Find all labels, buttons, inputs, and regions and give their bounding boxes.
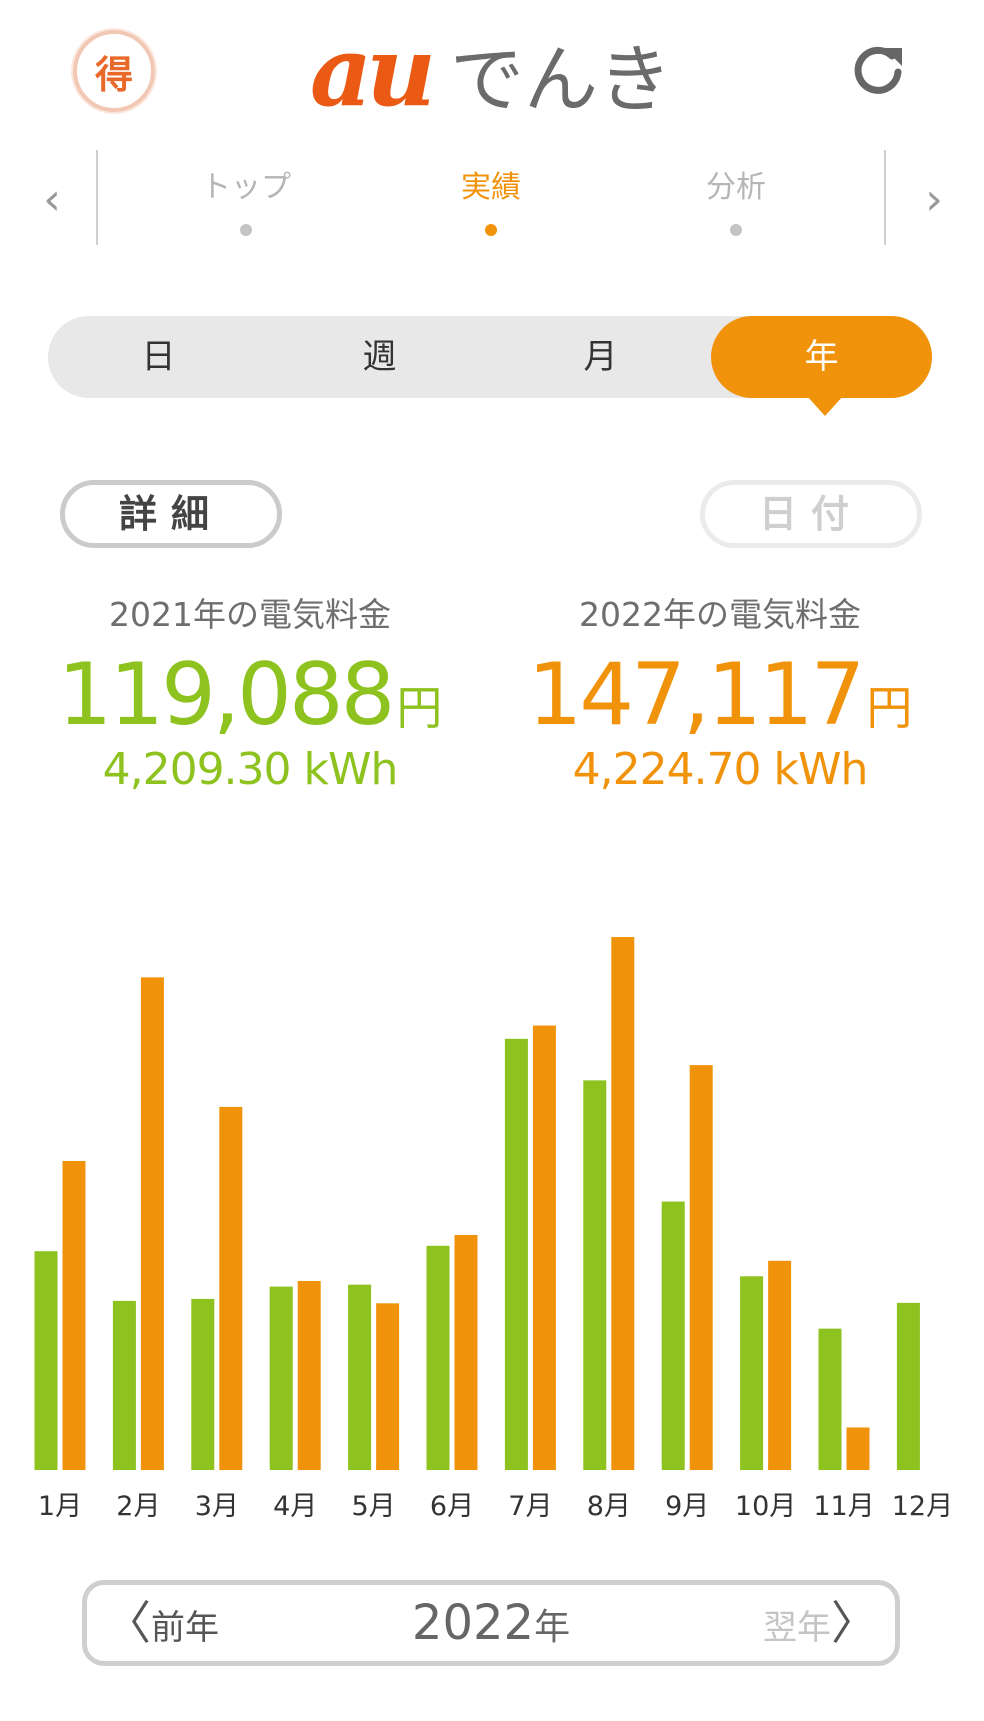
next-year-button[interactable]: 翌年〉 bbox=[763, 1585, 877, 1661]
detail-button[interactable]: 詳細 bbox=[60, 480, 282, 548]
year-navigator: 〈前年 2022年 翌年〉 bbox=[82, 1580, 900, 1666]
month-label-1: 1月 bbox=[38, 1491, 82, 1522]
logo-denki-text: でんき bbox=[450, 37, 672, 123]
period-day-button[interactable]: 日 bbox=[48, 316, 269, 398]
tab-analysis-dot bbox=[730, 224, 742, 236]
total-2021-amount-value: 119,088 bbox=[57, 645, 396, 745]
current-year-unit: 年 bbox=[534, 1607, 571, 1648]
bar-current-year-5[interactable] bbox=[376, 1303, 400, 1470]
nav-prev-arrow[interactable]: ‹ bbox=[32, 170, 72, 230]
total-2021-kwh: 4,209.30 kWh bbox=[102, 744, 399, 795]
tab-analysis[interactable]: 分析 bbox=[661, 162, 811, 236]
total-2021-amount-unit: 円 bbox=[396, 681, 443, 735]
month-label-4: 4月 bbox=[273, 1491, 317, 1522]
total-2022-amount: 147,117円 bbox=[500, 646, 940, 744]
bar-prev-year-5[interactable] bbox=[348, 1284, 372, 1470]
section-nav: ‹ トップ 実績 分析 › bbox=[0, 150, 984, 250]
period-year-button[interactable]: 年 bbox=[711, 316, 932, 398]
current-year-value: 2022 bbox=[411, 1595, 535, 1651]
bar-prev-year-9[interactable] bbox=[661, 1201, 685, 1470]
bar-prev-year-7[interactable] bbox=[504, 1038, 528, 1470]
next-year-label: 翌年 bbox=[763, 1608, 831, 1648]
logo-au-text: au bbox=[310, 15, 436, 128]
period-week-button[interactable]: 週 bbox=[269, 316, 490, 398]
period-pointer bbox=[807, 396, 843, 416]
nav-divider-left bbox=[96, 150, 98, 245]
bar-current-year-8[interactable] bbox=[611, 937, 635, 1470]
total-2022-label: 2022年の電気料金 bbox=[579, 595, 861, 634]
total-2021-label: 2021年の電気料金 bbox=[109, 595, 391, 634]
month-label-6: 6月 bbox=[430, 1491, 474, 1522]
refresh-icon bbox=[854, 46, 902, 94]
bar-current-year-6[interactable] bbox=[454, 1234, 478, 1470]
bar-prev-year-8[interactable] bbox=[583, 1080, 607, 1470]
month-label-11: 11月 bbox=[813, 1491, 874, 1522]
month-label-5: 5月 bbox=[352, 1491, 396, 1522]
month-label-12: 12月 bbox=[892, 1491, 953, 1522]
bar-current-year-11[interactable] bbox=[846, 1427, 870, 1470]
bar-prev-year-11[interactable] bbox=[818, 1328, 842, 1470]
total-2021-amount: 119,088円 bbox=[30, 646, 470, 744]
bar-current-year-2[interactable] bbox=[140, 977, 164, 1470]
bar-current-year-3[interactable] bbox=[219, 1106, 243, 1470]
total-2022-kwh: 4,224.70 kWh bbox=[572, 744, 869, 795]
period-month-button[interactable]: 月 bbox=[490, 316, 711, 398]
bar-current-year-9[interactable] bbox=[689, 1065, 713, 1470]
total-2021: 2021年の電気料金 119,088円 4,209.30 kWh bbox=[30, 588, 470, 795]
bar-current-year-1[interactable] bbox=[62, 1160, 86, 1470]
app-header: 得 au でんき bbox=[0, 0, 984, 140]
bar-prev-year-12[interactable] bbox=[896, 1302, 920, 1470]
tab-results-label: 実績 bbox=[461, 170, 521, 205]
chevron-right-icon: 〉 bbox=[831, 1596, 877, 1650]
total-2022-amount-value: 147,117 bbox=[527, 645, 866, 745]
tab-top-label: トップ bbox=[201, 170, 291, 205]
month-label-2: 2月 bbox=[116, 1491, 160, 1522]
bar-prev-year-3[interactable] bbox=[191, 1298, 215, 1470]
monthly-bar-chart: 1月 2月 3月 4月 5月 6月 7月 8月 9月 10月 11月 12月 bbox=[34, 937, 953, 1522]
bar-prev-year-10[interactable] bbox=[740, 1276, 764, 1470]
bar-prev-year-6[interactable] bbox=[426, 1245, 450, 1470]
tab-top[interactable]: トップ bbox=[171, 162, 321, 236]
date-button[interactable]: 日付 bbox=[700, 480, 922, 548]
bar-current-year-7[interactable] bbox=[532, 1025, 556, 1470]
tab-top-dot bbox=[240, 224, 252, 236]
refresh-button[interactable] bbox=[848, 40, 908, 100]
total-2022-amount-unit: 円 bbox=[866, 681, 913, 735]
tab-analysis-label: 分析 bbox=[706, 170, 766, 205]
app-logo: au でんき bbox=[310, 15, 672, 128]
deals-label: 得 bbox=[94, 52, 133, 97]
bar-prev-year-4[interactable] bbox=[269, 1286, 293, 1470]
total-2022: 2022年の電気料金 147,117円 4,224.70 kWh bbox=[500, 588, 940, 795]
bar-current-year-10[interactable] bbox=[768, 1260, 792, 1470]
deals-button[interactable]: 得 bbox=[73, 30, 155, 112]
nav-next-arrow[interactable]: › bbox=[914, 170, 954, 230]
bar-prev-year-1[interactable] bbox=[34, 1251, 58, 1470]
month-label-8: 8月 bbox=[587, 1491, 631, 1522]
tab-results-dot bbox=[485, 224, 497, 236]
month-label-9: 9月 bbox=[665, 1491, 709, 1522]
bar-current-year-4[interactable] bbox=[297, 1280, 321, 1470]
period-selector: 日 週 月 年 bbox=[48, 316, 932, 398]
month-label-10: 10月 bbox=[735, 1491, 796, 1522]
nav-divider-right bbox=[884, 150, 886, 245]
tab-results[interactable]: 実績 bbox=[416, 162, 566, 236]
month-label-7: 7月 bbox=[508, 1491, 552, 1522]
bar-prev-year-2[interactable] bbox=[112, 1300, 136, 1470]
month-label-3: 3月 bbox=[195, 1491, 239, 1522]
